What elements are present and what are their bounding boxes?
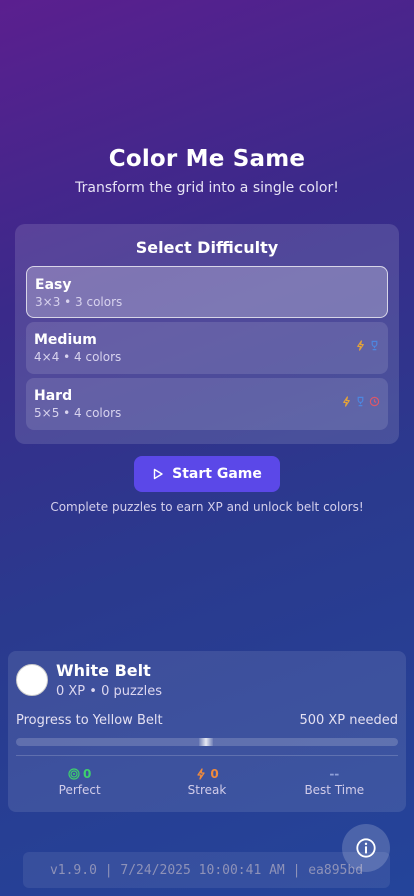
lightning-icon [197, 768, 205, 780]
difficulty-description: 4×4 • 4 colors [34, 350, 122, 364]
start-game-button[interactable]: Start Game [134, 456, 280, 492]
difficulty-name: Hard [34, 388, 73, 404]
difficulty-option-medium[interactable]: Medium 4×4 • 4 colors [26, 322, 388, 374]
lightning-icon [357, 340, 364, 351]
difficulty-description: 5×5 • 4 colors [34, 406, 122, 420]
stat-value: 0 [210, 767, 219, 781]
app-subtitle: Transform the grid into a single color! [75, 180, 339, 196]
info-icon [356, 838, 376, 858]
clock-icon [369, 396, 380, 407]
difficulty-panel: Select Difficulty Easy 3×3 • 3 colors Me… [15, 224, 399, 444]
hint-text: Complete puzzles to earn XP and unlock b… [50, 500, 364, 514]
difficulty-option-hard[interactable]: Hard 5×5 • 4 colors [26, 378, 388, 430]
target-icon [68, 768, 80, 780]
stat-streak: 0 Streak [143, 767, 270, 797]
app-title: Color Me Same [108, 146, 306, 172]
stat-best-time: -- Best Time [271, 767, 398, 797]
trophy-icon [357, 396, 364, 407]
belt-stats: 0 XP • 0 puzzles [56, 684, 163, 699]
start-game-label: Start Game [172, 466, 262, 482]
stat-value: 0 [82, 767, 92, 781]
stat-label: Streak [187, 783, 227, 797]
belt-progress-card: White Belt 0 XP • 0 puzzles Progress to … [8, 651, 406, 812]
lightning-icon [343, 396, 350, 407]
stat-value: -- [329, 767, 340, 781]
play-icon [153, 468, 163, 480]
difficulty-name: Easy [35, 277, 72, 293]
stat-label: Best Time [304, 783, 365, 797]
header: Color Me Same Transform the grid into a … [0, 146, 414, 196]
progress-bar [16, 738, 398, 746]
info-button[interactable] [342, 824, 390, 872]
version-info: v1.9.0 | 7/24/2025 10:00:41 AM | ea895bd [23, 852, 390, 888]
difficulty-option-easy[interactable]: Easy 3×3 • 3 colors [26, 266, 388, 318]
difficulty-name: Medium [34, 332, 97, 348]
difficulty-description: 3×3 • 3 colors [35, 295, 123, 309]
divider [16, 755, 398, 756]
progress-label: Progress to Yellow Belt [16, 713, 163, 728]
belt-avatar [16, 664, 48, 696]
belt-name: White Belt [56, 661, 151, 680]
stat-perfect: 0 Perfect [16, 767, 143, 797]
progress-shimmer [199, 738, 213, 746]
stat-label: Perfect [58, 783, 101, 797]
difficulty-heading: Select Difficulty [135, 238, 279, 257]
trophy-icon [371, 340, 378, 351]
difficulty-badges [341, 396, 380, 407]
xp-needed: 500 XP needed [299, 713, 398, 728]
difficulty-badges [355, 340, 380, 351]
